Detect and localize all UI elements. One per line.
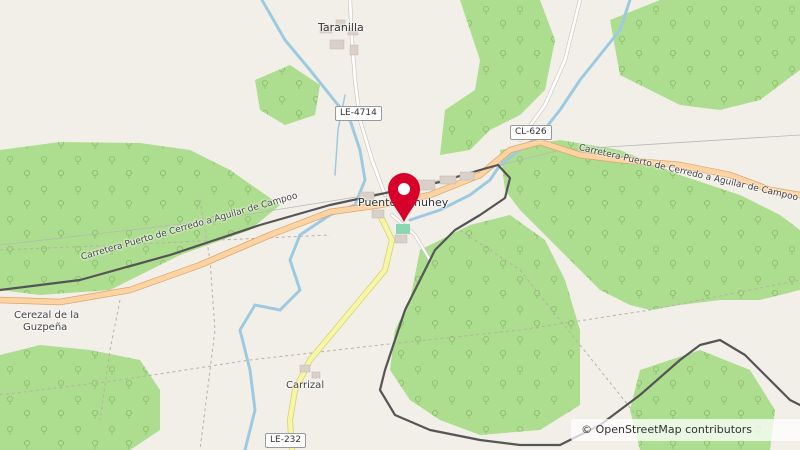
map-attribution[interactable]: © OpenStreetMap contributors — [571, 419, 800, 441]
secondary-road — [286, 212, 396, 450]
map-pin-icon[interactable] — [387, 173, 421, 223]
map-tiles — [0, 0, 800, 450]
park-area — [396, 224, 410, 234]
road-shield-le-232: LE-232 — [265, 433, 307, 448]
road-shield-cl-626: CL-626 — [510, 125, 552, 140]
place-label-cerezal-line2: Guzpeña — [23, 322, 68, 333]
map-view[interactable]: Taranilla Puente Almuhey Cerezal de la G… — [0, 0, 800, 450]
road-shield-le-4714: LE-4714 — [335, 106, 382, 121]
place-label-carrizal: Carrizal — [286, 380, 325, 391]
place-label-cerezal-line1: Cerezal de la — [14, 310, 80, 321]
place-label-taranilla: Taranilla — [318, 21, 364, 34]
